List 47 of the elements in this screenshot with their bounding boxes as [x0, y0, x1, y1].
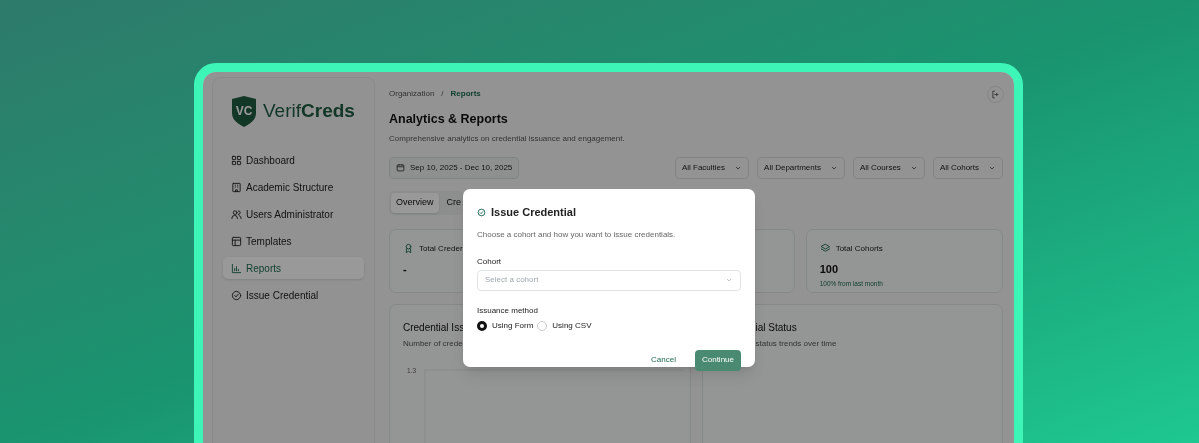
filter-dropdown[interactable]: All Departments	[757, 156, 845, 179]
building-icon	[231, 181, 242, 193]
breadcrumb-current: Reports	[450, 88, 481, 100]
cancel-button[interactable]: Cancel	[644, 349, 683, 371]
date-range-picker[interactable]: Sep 10, 2025 - Dec 10, 2025	[389, 156, 520, 179]
dialog-title: Issue Credential	[491, 205, 576, 220]
calendar-icon	[396, 163, 405, 173]
check-circle-icon	[231, 289, 242, 301]
dialog-description: Choose a cohort and how you want to issue credentials.	[477, 228, 677, 241]
layers-icon	[819, 243, 831, 255]
radio-option[interactable]: Using Form	[477, 319, 534, 332]
sidebar-item[interactable]: Templates	[223, 230, 364, 252]
sidebar-item[interactable]: Reports	[223, 257, 364, 279]
chevron-down-icon	[725, 276, 733, 284]
stat-value: 100	[819, 261, 838, 277]
chart-title: ial Status	[755, 320, 797, 335]
sidebar-item[interactable]: Issue Credential	[223, 284, 364, 306]
layout-icon	[231, 235, 242, 247]
chart-subtitle: status trends over time	[755, 337, 837, 350]
field-label: Cohort	[477, 255, 502, 268]
sidebar-item[interactable]: Users Administrator	[223, 203, 364, 225]
breadcrumb-link[interactable]: Organization	[389, 88, 435, 100]
filter-dropdown[interactable]: All Cohorts	[932, 156, 1003, 179]
chart-subtitle: Number of crede	[403, 337, 463, 350]
continue-button[interactable]: Continue	[694, 349, 741, 371]
logout-icon	[991, 89, 1000, 99]
stat-label: Total Creder	[419, 242, 463, 255]
check-circle-icon	[477, 207, 486, 217]
stat-value: -	[403, 261, 407, 277]
breadcrumb-separator: /	[441, 88, 444, 100]
filter-dropdown[interactable]: All Courses	[852, 156, 925, 179]
chart-icon	[231, 262, 242, 274]
filter-dropdown[interactable]: All Faculties	[674, 156, 750, 179]
tab[interactable]: Overview	[391, 192, 439, 213]
page-title: Analytics & Reports	[389, 111, 509, 128]
users-icon	[231, 208, 242, 220]
stat-label: Total Cohorts	[835, 242, 883, 255]
page-subtitle: Comprehensive analytics on credential issuance and engagement.	[389, 132, 626, 145]
sidebar-item[interactable]: Dashboard	[223, 149, 364, 171]
logo-shield: VC	[231, 96, 257, 127]
radio-option[interactable]: Using CSV	[537, 319, 592, 332]
tab[interactable]: Cre	[441, 192, 467, 213]
field-label: Issuance method	[477, 304, 539, 317]
grid-icon	[231, 154, 242, 166]
award-icon	[403, 243, 414, 255]
brand-name: VerifCreds	[263, 99, 355, 124]
sidebar-item[interactable]: Academic Structure	[223, 176, 364, 198]
